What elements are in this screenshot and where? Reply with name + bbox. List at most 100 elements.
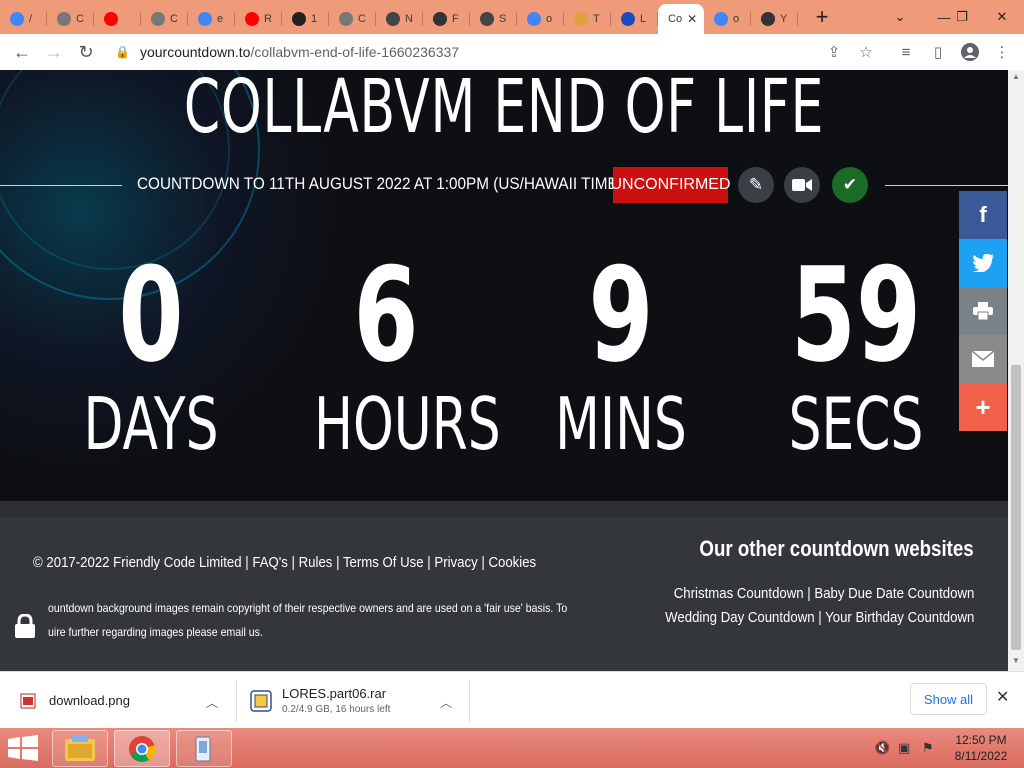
scroll-up-arrow[interactable]: ▲ (1008, 72, 1024, 86)
christmas-countdown-link[interactable]: Christmas Countdown (673, 585, 803, 602)
action-center-icon[interactable]: ⚑ (922, 740, 934, 756)
terms-link[interactable]: Terms Of Use (343, 554, 424, 571)
tab-label: e (217, 13, 224, 25)
clock-time: 12:50 PM (955, 733, 1007, 747)
new-tab-button[interactable]: + (804, 4, 840, 30)
tab-active[interactable]: Co ✕ (658, 4, 704, 34)
browser-tab[interactable]: N (376, 4, 423, 34)
video-camera-icon (792, 179, 812, 191)
url-host: yourcountdown.to (139, 44, 251, 60)
twitter-share-button[interactable] (959, 239, 1007, 287)
tab-search-icon[interactable]: ⌄ (884, 0, 916, 34)
page-title: COLLABVM END OF LIFE (183, 70, 825, 150)
close-downloads-icon[interactable]: ✕ (996, 687, 1009, 707)
bookmark-star-icon[interactable]: ☆ (852, 34, 880, 70)
browser-tab[interactable]: C (47, 4, 94, 34)
device-icon (195, 736, 211, 761)
browser-tab[interactable]: Y (751, 4, 798, 34)
other-sites-heading: Our other countdown websites (699, 536, 974, 561)
printer-icon (973, 302, 993, 320)
close-window-button[interactable]: ✕ (986, 0, 1018, 34)
timer-icon (761, 12, 775, 26)
chrome-generic-icon (57, 12, 71, 26)
browser-tab[interactable]: C (329, 4, 376, 34)
countdown-hero: COLLABVM END OF LIFE COUNTDOWN TO 11TH A… (0, 70, 1008, 501)
timer-icon (433, 12, 447, 26)
chrome-taskbar-button[interactable] (114, 730, 170, 767)
tab-label: C (76, 13, 84, 25)
scrollbar-thumb[interactable] (1011, 365, 1021, 650)
device-manager-taskbar-button[interactable] (176, 730, 232, 767)
browser-tab[interactable]: e (188, 4, 235, 34)
other-sites-links: Christmas Countdown | Baby Due Date Coun… (664, 585, 974, 626)
browser-tab[interactable] (94, 4, 141, 34)
privacy-link[interactable]: Privacy (434, 554, 477, 571)
start-button[interactable] (8, 735, 38, 766)
rules-link[interactable]: Rules (299, 554, 333, 571)
download-item[interactable]: LORES.part06.rar 0.2/4.9 GB, 16 hours le… (250, 672, 390, 729)
lock-icon (15, 614, 35, 638)
side-panel-icon[interactable]: ▯ (924, 34, 952, 70)
browser-tab[interactable]: / (0, 4, 47, 34)
browser-tab[interactable]: S (470, 4, 517, 34)
google-icon (527, 12, 541, 26)
horizontal-scrollbar[interactable] (0, 501, 1008, 517)
browser-tab[interactable]: T (564, 4, 611, 34)
share-icon[interactable]: ⇪ (820, 34, 848, 70)
wedding-day-link[interactable]: Wedding Day Countdown (665, 609, 814, 626)
privacy-lock-button[interactable] (0, 603, 50, 649)
video-button[interactable] (784, 167, 820, 203)
profile-icon[interactable] (956, 34, 984, 70)
browser-tab[interactable]: 1 (282, 4, 329, 34)
smiley-icon (480, 12, 494, 26)
more-share-button[interactable]: + (959, 383, 1007, 431)
email-share-button[interactable] (959, 335, 1007, 383)
secs-label: SECS (788, 382, 924, 466)
download-item[interactable]: download.png (20, 672, 130, 729)
divider-right (885, 185, 1008, 186)
birthday-countdown-link[interactable]: Your Birthday Countdown (825, 609, 974, 626)
volume-muted-icon[interactable]: 🔇 (874, 740, 890, 756)
chevron-up-icon[interactable]: ︿ (206, 694, 218, 711)
tab-label: F (452, 13, 459, 25)
image-file-icon (20, 693, 36, 708)
scroll-down-arrow[interactable]: ▼ (1008, 656, 1024, 670)
mail-icon (574, 12, 588, 26)
tab-label: S (499, 13, 507, 25)
browser-tab[interactable]: R (235, 4, 282, 34)
youtube-icon (104, 12, 118, 26)
file-explorer-taskbar-button[interactable] (52, 730, 108, 767)
media-queue-icon[interactable]: ≡ (892, 34, 920, 70)
downloads-bar: download.png ︿ LORES.part06.rar 0.2/4.9 … (0, 671, 1024, 728)
folder-icon (65, 735, 95, 761)
forward-button[interactable]: → (38, 42, 70, 63)
disclaimer-line: uire further regarding images please ema… (48, 625, 263, 639)
address-bar[interactable]: 🔒 yourcountdown.to/collabvm-end-of-life-… (105, 38, 885, 66)
baby-due-date-link[interactable]: Baby Due Date Countdown (814, 585, 974, 602)
browser-toolbar: ← → ↻ 🔒 yourcountdown.to/collabvm-end-of… (0, 34, 1024, 70)
browser-tab[interactable]: L (611, 4, 658, 34)
reload-button[interactable]: ↻ (70, 42, 102, 63)
back-button[interactable]: ← (6, 42, 38, 63)
facebook-share-button[interactable]: f (959, 191, 1007, 239)
browser-tab[interactable]: F (423, 4, 470, 34)
lock-icon: 🔒 (115, 45, 130, 59)
close-tab-icon[interactable]: ✕ (687, 12, 697, 26)
confirm-button[interactable]: ✔ (832, 167, 868, 203)
browser-tab[interactable]: o (517, 4, 564, 34)
cookies-link[interactable]: Cookies (488, 554, 536, 571)
system-clock[interactable]: 12:50 PM 8/11/2022 (948, 732, 1014, 764)
tab-label: o (733, 13, 740, 25)
facebook-icon: f (979, 202, 987, 227)
print-share-button[interactable] (959, 287, 1007, 335)
restore-button[interactable]: ❐ (946, 0, 978, 34)
edit-button[interactable]: ✎ (738, 167, 774, 203)
network-icon[interactable]: ▣ (898, 740, 910, 756)
screen: / C Ce R 1 C N F So T L Co ✕ o Y + ⌄ — ❐ ✕ ← → ↻ 🔒 your… (0, 0, 1024, 768)
menu-kebab-icon[interactable]: ⋮ (988, 34, 1016, 70)
browser-tab[interactable]: C (141, 4, 188, 34)
browser-tab[interactable]: o (704, 4, 751, 34)
faq-link[interactable]: FAQ's (252, 554, 288, 571)
show-all-downloads-button[interactable]: Show all (910, 683, 987, 715)
chevron-up-icon[interactable]: ︿ (440, 694, 452, 711)
